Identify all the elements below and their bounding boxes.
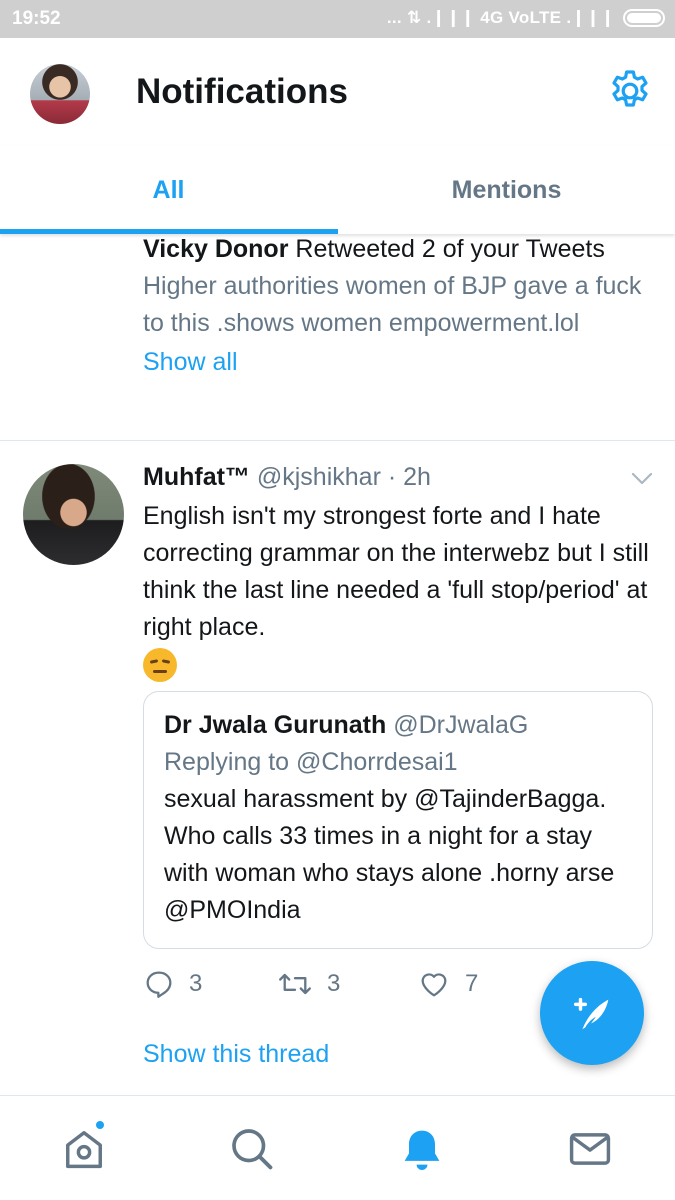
status-bar: 19:52 ... ⇅ .❙❙❙ 4G VoLTE .❙❙❙ [0,0,675,38]
quoted-tweet[interactable]: Dr Jwala Gurunath @DrJwalaG Replying to … [143,691,653,949]
compose-tweet-button[interactable] [540,961,644,1065]
home-icon [66,1131,102,1169]
retweet-action: Retweeted 2 of your Tweets [288,235,605,263]
chevron-down-icon[interactable] [630,470,654,488]
retweet-user[interactable]: Vicky Donor [143,235,288,263]
bottom-navigation [0,1095,675,1200]
nav-messages[interactable] [564,1123,616,1175]
app-header: Notifications [0,38,675,146]
retweet-body: Higher authorities women of BJP gave a f… [143,272,642,337]
messages-icon [569,1133,611,1165]
status-time: 19:52 [12,8,61,29]
tab-all[interactable]: All [0,146,337,234]
retweet-header: Vicky Donor Retweeted 2 of your Tweets [143,234,663,264]
status-indicators: ... ⇅ .❙❙❙ 4G VoLTE .❙❙❙ [387,8,665,28]
tweet-author-handle[interactable]: @kjshikhar [257,463,381,491]
like-button[interactable]: 7 [417,968,478,1000]
tweet-actions: 3 3 7 [143,968,543,1008]
nav-home[interactable] [58,1119,110,1175]
tab-mentions[interactable]: Mentions [338,146,675,234]
home-notification-dot [94,1119,106,1131]
retweet-notification[interactable]: Vicky Donor Retweeted 2 of your Tweets H… [143,234,663,377]
show-all-link[interactable]: Show all [143,348,663,377]
quoted-tweet-text: sexual harassment by @TajinderBagga. Who… [164,785,615,924]
heart-icon [421,973,447,997]
show-thread-link[interactable]: Show this thread [143,1040,329,1069]
reply-icon [146,971,172,998]
quoted-author-handle: @DrJwalaG [393,711,529,739]
reply-button[interactable]: 3 [143,968,202,1000]
network-status: ... ⇅ .❙❙❙ 4G VoLTE .❙❙❙ [386,8,615,27]
tweet-text: English isn't my strongest forte and I h… [143,502,649,641]
retweet-count: 3 [327,970,341,997]
notification-tabs: All Mentions [0,146,675,234]
battery-icon [623,9,665,27]
gear-icon[interactable] [606,67,654,115]
nav-notifications[interactable] [396,1123,448,1175]
quoted-tweet-header: Dr Jwala Gurunath @DrJwalaG [164,708,632,742]
retweet-button[interactable]: 3 [277,968,340,1000]
tweet-header: Muhfat™ @kjshikhar · 2h [143,460,431,494]
tweet-author-avatar[interactable] [23,464,124,565]
tweet-time: · 2h [380,463,431,491]
divider [0,440,675,441]
page-title: Notifications [136,72,348,111]
unamused-face-icon [143,648,177,682]
profile-avatar[interactable] [30,64,90,124]
quoted-replying-to: Replying to @Chorrdesai1 [164,748,458,776]
retweet-icon [279,973,311,995]
active-tab-indicator [0,229,338,234]
tweet-author-name[interactable]: Muhfat™ [143,463,250,491]
like-count: 7 [465,970,479,997]
nav-search[interactable] [226,1123,278,1175]
quoted-author-name: Dr Jwala Gurunath [164,711,387,739]
notifications-icon [404,1130,440,1171]
compose-feather-icon [573,997,609,1030]
search-icon [232,1129,273,1170]
reply-count: 3 [189,970,203,997]
